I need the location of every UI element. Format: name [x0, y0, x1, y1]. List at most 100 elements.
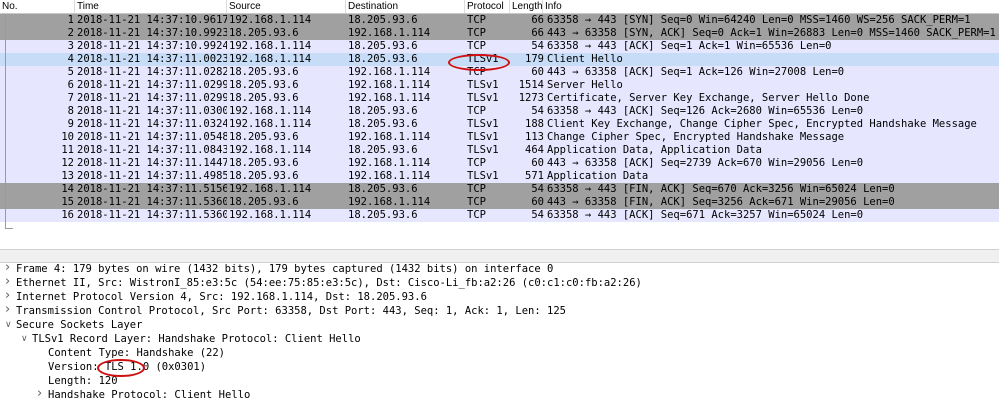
column-header-info[interactable]: Info: [543, 0, 999, 13]
packet-row[interactable]: 9 2018-11-21 14:37:11.032405 192.168.1.114…: [0, 118, 999, 131]
packet-time: 2018-11-21 14:37:11.032405: [77, 118, 227, 130]
detail-tree-label: Internet Protocol Version 4, Src: 192.16…: [16, 291, 427, 303]
packet-info: 63358 → 443 [FIN, ACK] Seq=670 Ack=3256 …: [547, 183, 895, 195]
packet-number: 4: [67, 53, 74, 65]
packet-row[interactable]: 10 2018-11-21 14:37:11.054819 18.205.93.6 1…: [0, 131, 999, 144]
packet-source: 192.168.1.114: [229, 183, 312, 195]
collapsed-chevron-icon[interactable]: ›: [5, 303, 10, 317]
packet-destination: 192.168.1.114: [348, 66, 431, 78]
packet-number: 8: [67, 105, 74, 117]
packet-time: 2018-11-21 14:37:11.029936: [77, 79, 227, 91]
annotation-circle-tlsv1: [448, 54, 510, 71]
expanded-chevron-icon[interactable]: ∨: [5, 318, 12, 332]
packet-info: Application Data, Application Data: [547, 144, 762, 156]
column-header-length[interactable]: Length: [510, 0, 543, 13]
packet-length: 66: [531, 27, 544, 39]
pane-splitter[interactable]: [0, 249, 999, 263]
column-header-time[interactable]: Time: [75, 0, 227, 13]
detail-tree-label: Transmission Control Protocol, Src Port:…: [16, 305, 566, 317]
packet-info: 63358 → 443 [ACK] Seq=1 Ack=1 Win=65536 …: [547, 40, 832, 52]
packet-length: 54: [531, 209, 544, 221]
detail-tree-item[interactable]: ∨ Secure Sockets Layer: [0, 318, 999, 332]
packet-number: 14: [61, 183, 74, 195]
packet-source: 18.205.93.6: [229, 131, 299, 143]
detail-tree-label: TLSv1 Record Layer: Handshake Protocol: …: [32, 333, 361, 345]
detail-tree-label: Length: 120: [48, 375, 118, 387]
packet-source: 18.205.93.6: [229, 66, 299, 78]
packet-number: 2: [67, 27, 74, 39]
conversation-bracket-end: [5, 228, 13, 229]
packet-list[interactable]: 1 2018-11-21 14:37:10.961740 192.168.1.114…: [0, 14, 999, 235]
packet-row[interactable]: 11 2018-11-21 14:37:11.084352 192.168.1.11…: [0, 144, 999, 157]
packet-source: 18.205.93.6: [229, 157, 299, 169]
packet-protocol: TCP: [467, 196, 486, 208]
packet-destination: 192.168.1.114: [348, 131, 431, 143]
packet-source: 18.205.93.6: [229, 27, 299, 39]
detail-tree-item[interactable]: ∨ TLSv1 Record Layer: Handshake Protocol:…: [0, 332, 999, 346]
packet-time: 2018-11-21 14:37:11.536033: [77, 196, 227, 208]
packet-source: 18.205.93.6: [229, 196, 299, 208]
detail-tree-label: Content Type: Handshake (22): [48, 347, 226, 359]
detail-tree-item[interactable]: › Ethernet II, Src: WistronI_85:e3:5c (54…: [0, 275, 999, 290]
packet-row[interactable]: 6 2018-11-21 14:37:11.029936 18.205.93.6 19…: [0, 79, 999, 92]
column-header-source[interactable]: Source: [227, 0, 346, 13]
collapsed-chevron-icon[interactable]: ›: [5, 261, 10, 275]
packet-info: Change Cipher Spec, Encrypted Handshake …: [547, 131, 845, 143]
packet-time: 2018-11-21 14:37:11.515622: [77, 183, 227, 195]
collapsed-chevron-icon[interactable]: ›: [5, 289, 10, 303]
packet-time: 2018-11-21 14:37:10.961740: [77, 14, 227, 26]
packet-length: 571: [525, 170, 544, 182]
packet-row[interactable]: 8 2018-11-21 14:37:11.030022 192.168.1.114…: [0, 105, 999, 118]
detail-tree-label: Frame 4: 179 bytes on wire (1432 bits), …: [16, 263, 554, 275]
packet-row[interactable]: 7 2018-11-21 14:37:11.029973 18.205.93.6 19…: [0, 92, 999, 105]
packet-info: Client Key Exchange, Change Cipher Spec,…: [547, 118, 977, 130]
packet-row[interactable]: 12 2018-11-21 14:37:11.144745 18.205.93.6 1…: [0, 157, 999, 170]
packet-row[interactable]: 13 2018-11-21 14:37:11.498524 18.205.93.6 1…: [0, 170, 999, 183]
detail-tree-item[interactable]: Content Type: Handshake (22): [0, 346, 999, 360]
packet-row[interactable]: 14 2018-11-21 14:37:11.515622 192.168.1.11…: [0, 183, 999, 196]
detail-tree-item[interactable]: Version: TLS 1.0 (0x0301): [0, 360, 999, 374]
packet-destination: 192.168.1.114: [348, 157, 431, 169]
packet-row[interactable]: 3 2018-11-21 14:37:10.992476 192.168.1.114…: [0, 40, 999, 53]
packet-details-tree[interactable]: › Frame 4: 179 bytes on wire (1432 bits),…: [0, 261, 999, 406]
collapsed-chevron-icon[interactable]: ›: [5, 275, 10, 289]
detail-tree-item[interactable]: Length: 120: [0, 374, 999, 388]
packet-time: 2018-11-21 14:37:11.498524: [77, 170, 227, 182]
column-header-protocol[interactable]: Protocol: [465, 0, 510, 13]
detail-tree-item[interactable]: › Handshake Protocol: Client Hello: [0, 387, 999, 402]
packet-number: 16: [61, 209, 74, 221]
packet-info: 63358 → 443 [ACK] Seq=126 Ack=2680 Win=6…: [547, 105, 864, 117]
packet-time: 2018-11-21 14:37:11.054819: [77, 131, 227, 143]
packet-info: Application Data: [547, 170, 649, 182]
packet-destination: 18.205.93.6: [348, 105, 418, 117]
packet-source: 192.168.1.114: [229, 209, 312, 221]
packet-row[interactable]: 1 2018-11-21 14:37:10.961740 192.168.1.114…: [0, 14, 999, 27]
packet-protocol: TLSv1: [467, 92, 499, 104]
packet-length: 60: [531, 66, 544, 78]
packet-source: 192.168.1.114: [229, 105, 312, 117]
packet-time: 2018-11-21 14:37:11.536092: [77, 209, 227, 221]
packet-protocol: TCP: [467, 27, 486, 39]
packet-time: 2018-11-21 14:37:11.028272: [77, 66, 227, 78]
column-header-no[interactable]: No.: [0, 0, 75, 13]
packet-protocol: TLSv1: [467, 170, 499, 182]
packet-protocol: TLSv1: [467, 131, 499, 143]
packet-info: 63358 → 443 [SYN] Seq=0 Win=64240 Len=0 …: [547, 14, 971, 26]
packet-destination: 18.205.93.6: [348, 14, 418, 26]
packet-row[interactable]: 15 2018-11-21 14:37:11.536033 18.205.93.6 1…: [0, 196, 999, 209]
packet-source: 192.168.1.114: [229, 40, 312, 52]
packet-time: 2018-11-21 14:37:11.030022: [77, 105, 227, 117]
packet-number: 9: [67, 118, 74, 130]
collapsed-chevron-icon[interactable]: ›: [37, 387, 42, 401]
packet-length: 188: [525, 118, 544, 130]
packet-row[interactable]: 2 2018-11-21 14:37:10.992362 18.205.93.6 19…: [0, 27, 999, 40]
expanded-chevron-icon[interactable]: ∨: [21, 332, 28, 346]
packet-row[interactable]: 16 2018-11-21 14:37:11.536092 192.168.1.11…: [0, 209, 999, 222]
detail-tree-item[interactable]: › Transmission Control Protocol, Src Port…: [0, 303, 999, 318]
packet-length: 113: [525, 131, 544, 143]
detail-tree-label: Ethernet II, Src: WistronI_85:e3:5c (54:…: [16, 277, 642, 289]
detail-tree-item[interactable]: › Internet Protocol Version 4, Src: 192.1…: [0, 289, 999, 304]
conversation-bracket-line: [5, 14, 6, 228]
detail-tree-item[interactable]: › Frame 4: 179 bytes on wire (1432 bits),…: [0, 261, 999, 276]
column-header-destination[interactable]: Destination: [346, 0, 465, 13]
